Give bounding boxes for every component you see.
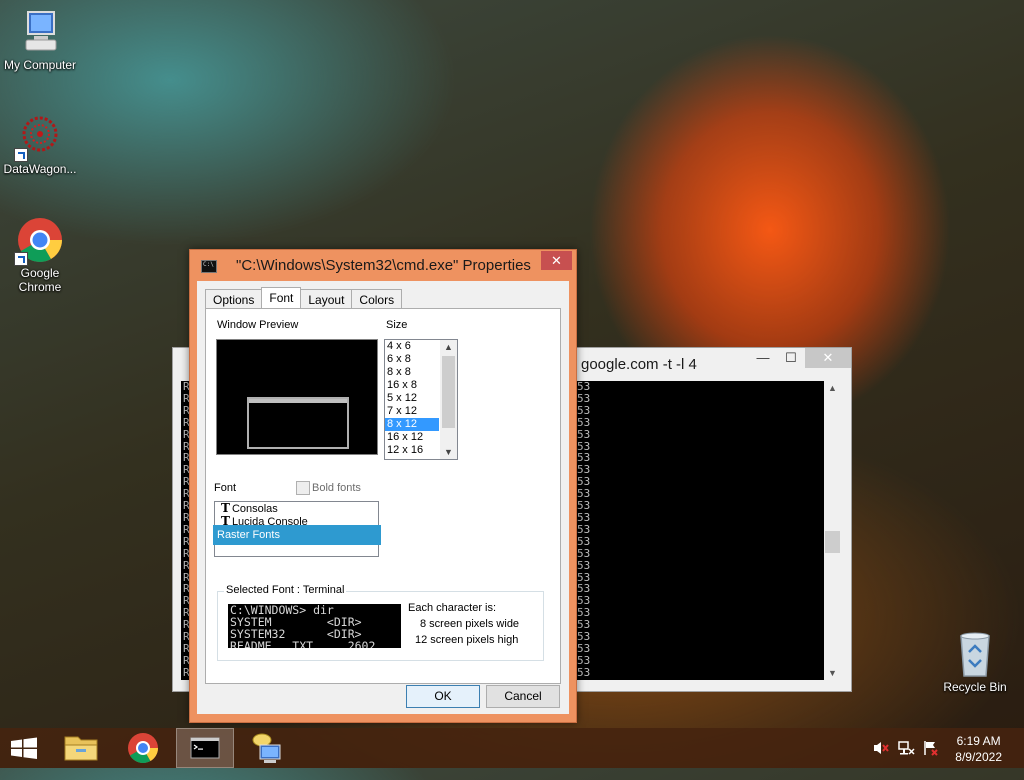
console-line: 53 bbox=[577, 546, 591, 560]
console-output-right-column: 53 53 53 53 53 53 53 53 53 53 53 53 53 53 53 53 53 53 53 53… bbox=[577, 381, 590, 679]
scroll-down-arrow-icon[interactable]: ▼ bbox=[440, 447, 457, 457]
size-listbox[interactable]: 4 x 6 6 x 8 8 x 8 16 x 8 5 x 12 7 x 12 8… bbox=[384, 339, 458, 460]
size-item[interactable]: 12 x 16 bbox=[385, 444, 439, 457]
size-item[interactable]: 6 x 8 bbox=[385, 353, 439, 366]
cancel-button[interactable]: Cancel bbox=[486, 685, 560, 708]
console-line: 53 bbox=[577, 403, 591, 417]
tab-options[interactable]: Options bbox=[205, 289, 263, 310]
action-center-flag-icon[interactable] bbox=[922, 740, 940, 780]
recycle-bin-icon bbox=[951, 630, 999, 678]
shortcut-arrow-icon bbox=[14, 148, 28, 162]
sample-line: README TXT 2602 bbox=[230, 639, 376, 648]
console-line: 53 bbox=[577, 665, 591, 679]
font-sample-preview: C:\WINDOWS> dir SYSTEM <DIR> SYSTEM32 <DIR… bbox=[228, 604, 401, 648]
console-line: 53 bbox=[577, 415, 591, 429]
font-listbox[interactable]: T Consolas T Lucida Console Raster Fonts bbox=[213, 501, 381, 557]
tab-layout[interactable]: Layout bbox=[300, 289, 353, 310]
folder-icon bbox=[64, 736, 98, 761]
console-line: 53 bbox=[577, 558, 591, 572]
desktop-icon-label-line1: Google bbox=[20, 266, 60, 280]
console-line: 53 bbox=[577, 534, 591, 548]
minimize-button[interactable]: — bbox=[749, 348, 777, 368]
desktop-icon-label: DataWagon... bbox=[3, 162, 77, 176]
dialog-title: "C:\Windows\System32\cmd.exe" Properties bbox=[236, 257, 531, 274]
computer-icon bbox=[16, 8, 64, 56]
truetype-font-icon: T bbox=[221, 501, 230, 515]
bold-fonts-checkbox[interactable] bbox=[296, 481, 310, 495]
desktop-icon-label: Recycle Bin bbox=[943, 680, 1007, 694]
desktop-icon-recycle-bin[interactable]: Recycle Bin bbox=[935, 630, 1015, 694]
size-item[interactable]: 5 x 12 bbox=[385, 392, 439, 405]
each-character-label: Each character is: bbox=[408, 602, 497, 614]
chrome-icon bbox=[14, 216, 64, 266]
desktop-icon-my-computer[interactable]: My Computer bbox=[0, 8, 80, 72]
close-button[interactable]: ✕ bbox=[805, 348, 851, 368]
size-label: Size bbox=[386, 319, 408, 331]
console-line: 53 bbox=[577, 522, 591, 536]
network-icon[interactable] bbox=[897, 740, 915, 780]
desktop-icon-label-line2: Chrome bbox=[18, 280, 62, 294]
console-line: 53 bbox=[577, 427, 591, 441]
window-preview-label: Window Preview bbox=[217, 319, 299, 331]
character-height-text: 12 screen pixels high bbox=[415, 634, 519, 646]
cmd-icon bbox=[190, 737, 220, 759]
cmd-icon bbox=[201, 260, 217, 273]
font-item-consolas[interactable]: T Consolas bbox=[215, 501, 378, 516]
size-item[interactable]: 16 x 8 bbox=[385, 379, 439, 392]
font-label: Font bbox=[214, 482, 237, 494]
clock-date: 8/9/2022 bbox=[955, 750, 1002, 764]
properties-dialog[interactable]: "C:\Windows\System32\cmd.exe" Properties… bbox=[189, 249, 577, 723]
window-preview bbox=[216, 339, 378, 455]
size-scrollbar[interactable]: ▲ ▼ bbox=[440, 340, 457, 459]
selected-font-caption: Selected Font : Terminal bbox=[224, 584, 347, 596]
selected-font-group: Selected Font : Terminal C:\WINDOWS> dir… bbox=[217, 584, 544, 661]
console-window-controls: — ☐ ✕ bbox=[749, 348, 851, 370]
taskbar-chrome[interactable] bbox=[114, 728, 172, 768]
taskbar-file-explorer[interactable] bbox=[52, 728, 110, 768]
scrollbar-thumb[interactable] bbox=[442, 356, 455, 428]
preview-window-frame bbox=[247, 397, 349, 449]
console-window-title: google.com -t -l 4 bbox=[581, 356, 697, 373]
dialog-close-button[interactable]: ✕ bbox=[541, 251, 572, 270]
network-computer-icon bbox=[252, 733, 281, 763]
shortcut-arrow-icon bbox=[14, 252, 28, 266]
console-line: 53 bbox=[577, 653, 591, 667]
taskbar-network-app[interactable] bbox=[238, 728, 296, 768]
desktop-icon-datawagon[interactable]: DataWagon... bbox=[0, 112, 80, 176]
font-item-raster-fonts-selected[interactable]: Raster Fonts bbox=[213, 525, 381, 545]
desktop-icon-label: My Computer bbox=[3, 58, 77, 72]
ok-button[interactable]: OK bbox=[406, 685, 480, 708]
taskbar: 6:19 AM 8/9/2022 bbox=[0, 728, 1024, 768]
scroll-up-arrow-icon[interactable]: ▲ bbox=[824, 383, 841, 393]
datawagon-app-icon bbox=[14, 112, 64, 162]
scroll-down-arrow-icon[interactable]: ▼ bbox=[824, 668, 841, 678]
size-item[interactable]: 4 x 6 bbox=[385, 340, 439, 353]
taskbar-command-prompt[interactable] bbox=[176, 728, 234, 768]
desktop-icon-google-chrome[interactable]: Google Chrome bbox=[0, 216, 80, 294]
font-tab-panel: Window Preview Size 4 x 6 6 x 8 8 x 8 16… bbox=[205, 308, 561, 684]
chrome-icon bbox=[128, 733, 158, 764]
console-scrollbar[interactable]: ▲ ▼ bbox=[824, 381, 841, 680]
tab-colors[interactable]: Colors bbox=[351, 289, 403, 310]
font-name: Consolas bbox=[231, 503, 278, 515]
size-item[interactable]: 7 x 12 bbox=[385, 405, 439, 418]
start-button[interactable] bbox=[0, 728, 48, 768]
maximize-button[interactable]: ☐ bbox=[777, 348, 805, 368]
scroll-up-arrow-icon[interactable]: ▲ bbox=[440, 342, 457, 352]
size-item[interactable]: 16 x 12 bbox=[385, 431, 439, 444]
clock-time: 6:19 AM bbox=[956, 734, 1001, 748]
taskbar-clock[interactable]: 6:19 AM 8/9/2022 bbox=[955, 733, 1002, 765]
scrollbar-thumb[interactable] bbox=[825, 531, 840, 553]
size-item[interactable]: 8 x 8 bbox=[385, 366, 439, 379]
character-width-text: 8 screen pixels wide bbox=[420, 618, 520, 630]
windows-logo-icon bbox=[11, 737, 37, 759]
bold-fonts-label: Bold fonts bbox=[312, 482, 361, 494]
volume-muted-icon[interactable] bbox=[872, 740, 890, 780]
size-item-selected[interactable]: 8 x 12 bbox=[385, 418, 439, 431]
dialog-body: Options Font Layout Colors Window Previe… bbox=[197, 281, 569, 714]
